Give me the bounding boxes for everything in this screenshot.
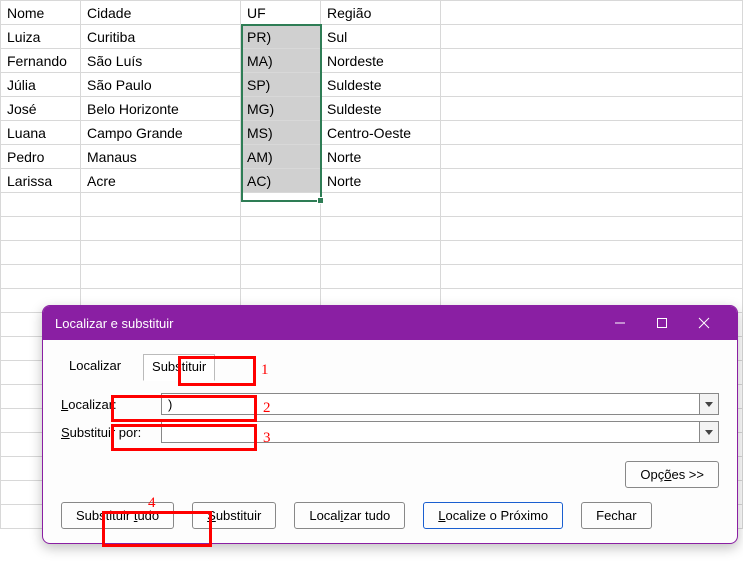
header-uf[interactable]: UF [241, 1, 321, 25]
table-row: JúliaSão PauloSP)Suldeste [1, 73, 743, 97]
dialog-titlebar[interactable]: Localizar e substituir [43, 306, 737, 340]
dialog-tabs: Localizar Substituir [61, 354, 719, 381]
replace-dropdown[interactable] [699, 421, 719, 443]
find-label: Localizar: [61, 397, 161, 412]
header-cidade[interactable]: Cidade [81, 1, 241, 25]
table-row: FernandoSão LuísMA)Nordeste [1, 49, 743, 73]
header-row: Nome Cidade UF Região [1, 1, 743, 25]
header-nome[interactable]: Nome [1, 1, 81, 25]
find-all-button[interactable]: Localizar tudo [294, 502, 405, 529]
empty-cell[interactable] [441, 1, 743, 25]
options-button[interactable]: Opções >> [625, 461, 719, 488]
dialog-title: Localizar e substituir [55, 316, 599, 331]
find-next-button[interactable]: Localize o Próximo [423, 502, 563, 529]
table-row: JoséBelo HorizonteMG)Suldeste [1, 97, 743, 121]
replace-label: Substituir por: [61, 425, 161, 440]
replace-button[interactable]: Substituir [192, 502, 276, 529]
close-button[interactable] [683, 308, 725, 338]
close-dialog-button[interactable]: Fechar [581, 502, 651, 529]
tab-substituir[interactable]: Substituir [143, 354, 215, 381]
find-dropdown[interactable] [699, 393, 719, 415]
minimize-button[interactable] [599, 308, 641, 338]
table-row: LarissaAcreAC)Norte [1, 169, 743, 193]
table-row: PedroManausAM)Norte [1, 145, 743, 169]
maximize-icon [656, 317, 668, 329]
chevron-down-icon [705, 430, 713, 435]
chevron-down-icon [705, 402, 713, 407]
replace-all-button[interactable]: Substituir tudo [61, 502, 174, 529]
header-regiao[interactable]: Região [321, 1, 441, 25]
close-icon [698, 317, 710, 329]
replace-input[interactable] [161, 421, 699, 443]
table-row: LuizaCuritibaPR)Sul [1, 25, 743, 49]
tab-localizar[interactable]: Localizar [61, 354, 129, 381]
minimize-icon [614, 317, 626, 329]
maximize-button[interactable] [641, 308, 683, 338]
find-input[interactable] [161, 393, 699, 415]
table-row: LuanaCampo GrandeMS)Centro-Oeste [1, 121, 743, 145]
find-replace-dialog: Localizar e substituir Localizar Substit… [42, 305, 738, 544]
